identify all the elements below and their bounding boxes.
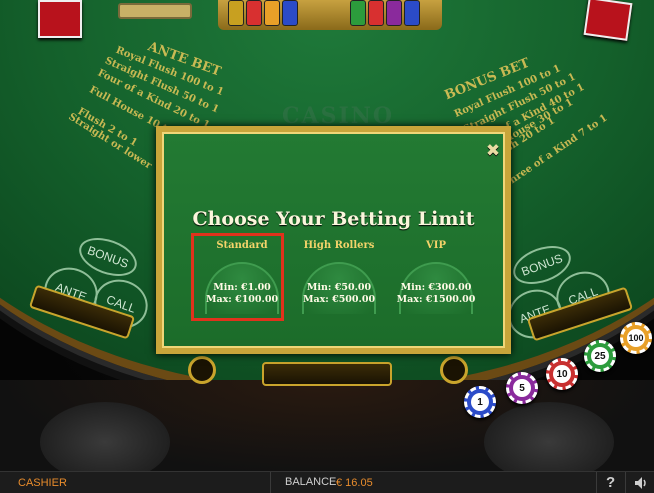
chip-value: 1 xyxy=(471,393,489,411)
option-min: Min: €300.00 xyxy=(400,282,472,293)
selected-option-highlight xyxy=(191,233,284,321)
card-shoe-right xyxy=(583,0,633,41)
seat-right xyxy=(484,402,614,482)
help-button[interactable]: ? xyxy=(606,474,615,491)
dealer-chip-rack xyxy=(218,0,442,30)
balance-value: € 16.05 xyxy=(336,477,373,489)
option-max: Max: €1500.00 xyxy=(396,294,476,305)
chip-5[interactable]: 5 xyxy=(506,372,538,404)
option-label: VIP xyxy=(426,240,446,251)
chip-value: 25 xyxy=(591,347,609,365)
chip-100[interactable]: 100 xyxy=(620,322,652,354)
chip-25[interactable]: 25 xyxy=(584,340,616,372)
chip-value: 100 xyxy=(627,329,645,347)
limit-option-vip[interactable]: VIP Min: €300.00 Max: €1500.00 xyxy=(391,236,481,318)
option-min: Min: €50.00 xyxy=(306,282,372,293)
chip-10[interactable]: 10 xyxy=(546,358,578,390)
cashier-button[interactable]: CASHIER xyxy=(18,477,67,489)
bar-divider xyxy=(625,472,626,493)
player-bet-ring xyxy=(440,356,468,384)
dealer-card-slot xyxy=(118,3,192,19)
dialog-title: Choose Your Betting Limit xyxy=(192,208,475,230)
balance-label: BALANCE xyxy=(285,476,337,488)
chip-value: 5 xyxy=(513,379,531,397)
card-shoe-left xyxy=(38,0,82,38)
seat-left xyxy=(40,402,170,482)
limit-option-high-rollers[interactable]: High Rollers Min: €50.00 Max: €500.00 xyxy=(294,236,384,318)
player-slot-center xyxy=(262,362,392,386)
bar-divider xyxy=(270,472,271,493)
player-bet-ring xyxy=(188,356,216,384)
bar-divider xyxy=(596,472,597,493)
speaker-icon[interactable] xyxy=(633,475,649,491)
chip-value: 10 xyxy=(553,365,571,383)
option-max: Max: €500.00 xyxy=(302,294,376,305)
bottom-bar: CASHIER BALANCE € 16.05 ? xyxy=(0,471,654,493)
close-icon[interactable]: ✖ xyxy=(484,142,502,160)
option-label: High Rollers xyxy=(303,240,375,251)
chip-1[interactable]: 1 xyxy=(464,386,496,418)
